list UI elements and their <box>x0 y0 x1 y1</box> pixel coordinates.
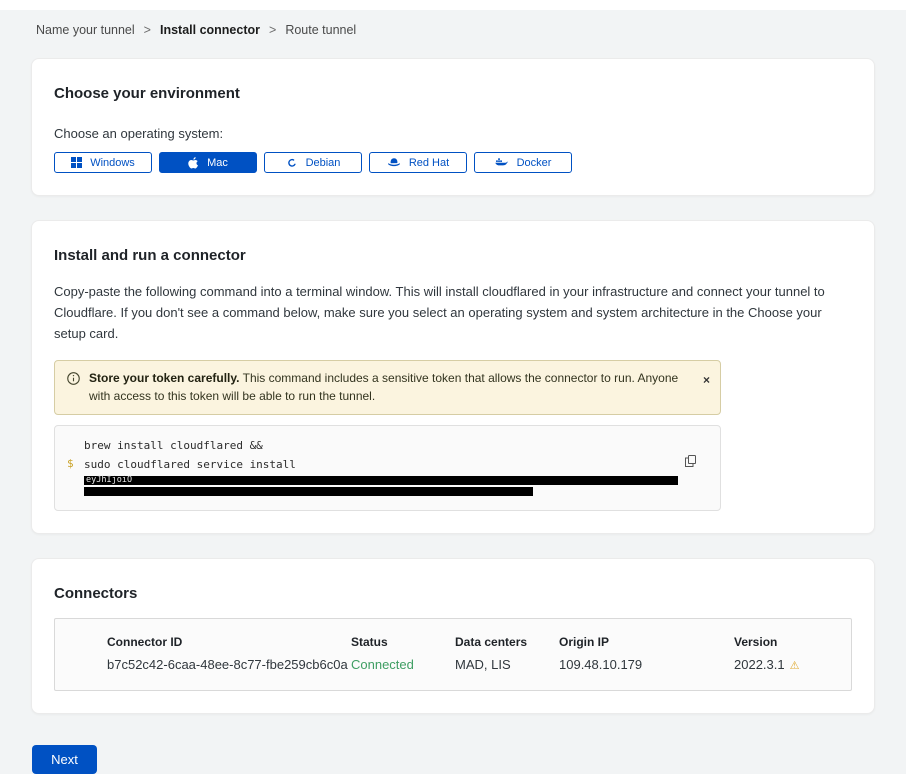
version-warning-icon: ⚠ <box>790 660 800 672</box>
column-header-origin-ip: Origin IP <box>559 635 734 649</box>
redacted-token-bar: eyJhIjoiO <box>84 476 678 485</box>
os-label: Choose an operating system: <box>54 126 852 141</box>
column-header-version: Version <box>734 635 841 649</box>
install-command-codeblock: $ brew install cloudflared && sudo cloud… <box>54 425 721 511</box>
info-icon <box>67 372 80 405</box>
os-button-label: Red Hat <box>409 157 449 169</box>
code-line-2: sudo cloudflared service install <box>84 455 680 474</box>
column-header-data-centers: Data centers <box>455 635 559 649</box>
breadcrumb: Name your tunnel > Install connector > R… <box>0 10 906 37</box>
os-button-debian[interactable]: Debian <box>264 152 362 173</box>
column-header-connector-id: Connector ID <box>107 635 351 649</box>
version-value: 2022.3.1 <box>734 657 785 672</box>
next-button[interactable]: Next <box>32 745 97 774</box>
docker-icon <box>495 157 509 168</box>
debian-icon <box>286 157 298 169</box>
os-button-label: Mac <box>207 157 228 169</box>
os-button-label: Debian <box>306 157 341 169</box>
os-button-windows[interactable]: Windows <box>54 152 152 173</box>
os-button-redhat[interactable]: Red Hat <box>369 152 467 173</box>
warning-text-bold: Store your token carefully. <box>89 371 240 385</box>
redhat-icon <box>387 157 401 168</box>
data-centers-value: MAD, LIS <box>455 657 559 672</box>
connector-id-value: b7c52c42-6caa-48ee-8c77-fbe259cb6c0a <box>107 657 351 672</box>
copy-icon[interactable] <box>685 455 696 470</box>
connectors-table: Connector ID Status Data centers Origin … <box>54 618 852 691</box>
breadcrumb-separator: > <box>269 23 276 37</box>
warning-text: Store your token carefully. This command… <box>89 370 690 405</box>
shell-prompt: $ <box>67 457 74 470</box>
main-content: Choose your environment Choose an operat… <box>31 58 875 774</box>
breadcrumb-separator: > <box>144 23 151 37</box>
breadcrumb-step-install-connector[interactable]: Install connector <box>160 23 260 37</box>
install-description: Copy-paste the following command into a … <box>54 282 852 344</box>
breadcrumb-step-route-tunnel[interactable]: Route tunnel <box>285 23 356 37</box>
connectors-card-title: Connectors <box>54 585 852 602</box>
install-card-title: Install and run a connector <box>54 247 852 264</box>
code-line-1: brew install cloudflared && <box>84 436 680 455</box>
windows-icon <box>71 157 82 168</box>
breadcrumb-step-name-your-tunnel[interactable]: Name your tunnel <box>36 23 135 37</box>
os-button-docker[interactable]: Docker <box>474 152 572 173</box>
connectors-card: Connectors Connector ID Status Data cent… <box>31 558 875 714</box>
close-icon[interactable]: × <box>703 374 710 386</box>
os-button-row: Windows Mac Debian Red Hat <box>54 152 852 173</box>
code-lines: brew install cloudflared && sudo cloudfl… <box>84 436 680 496</box>
os-button-label: Docker <box>517 157 552 169</box>
column-header-status: Status <box>351 635 455 649</box>
os-button-label: Windows <box>90 157 135 169</box>
version-cell: 2022.3.1 ⚠ <box>734 657 841 672</box>
origin-ip-value: 109.48.10.179 <box>559 657 734 672</box>
token-prefix: eyJhIjoiO <box>84 476 678 485</box>
os-button-mac[interactable]: Mac <box>159 152 257 173</box>
install-card: Install and run a connector Copy-paste t… <box>31 220 875 534</box>
environment-card: Choose your environment Choose an operat… <box>31 58 875 196</box>
apple-icon <box>188 156 199 169</box>
status-badge: Connected <box>351 657 455 672</box>
environment-card-title: Choose your environment <box>54 85 852 102</box>
redacted-token-bar <box>84 487 533 496</box>
token-warning-banner: Store your token carefully. This command… <box>54 360 721 415</box>
top-strip <box>0 0 906 10</box>
